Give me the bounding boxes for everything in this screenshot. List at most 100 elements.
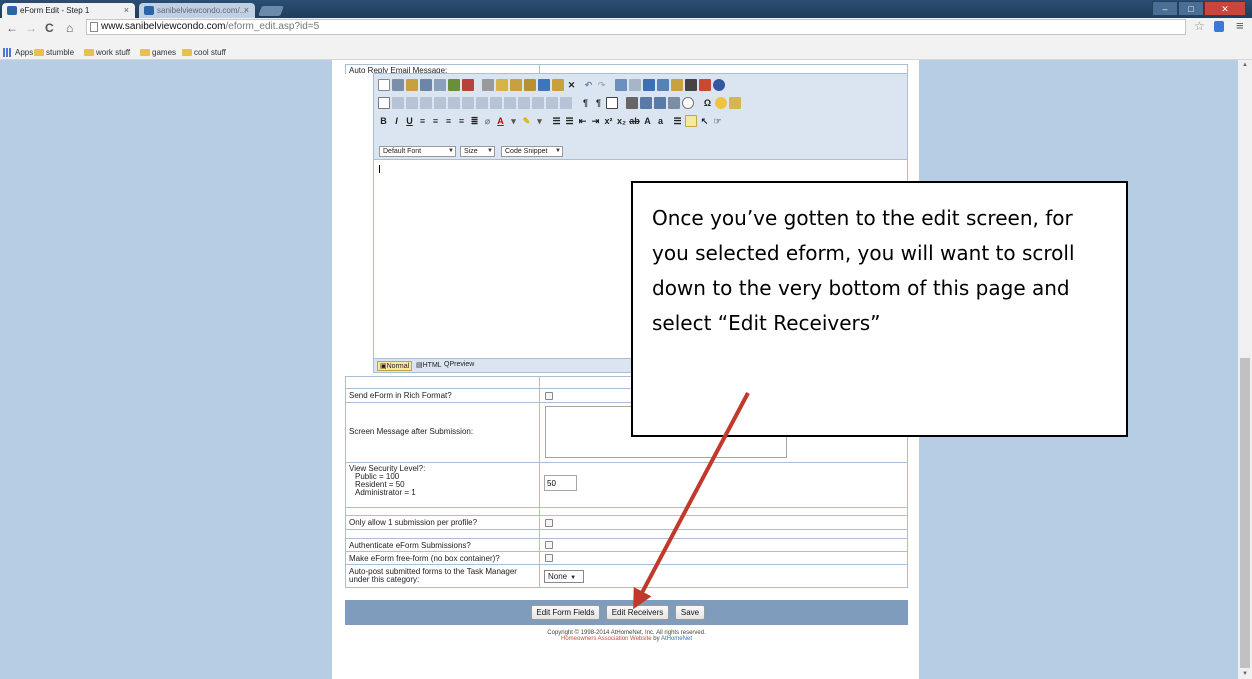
bookmark-games[interactable]: games [140,48,176,57]
horizontal-rule-icon[interactable] [546,97,558,109]
image-icon[interactable] [657,79,669,91]
paste-word-icon[interactable] [538,79,550,91]
ordered-list-icon[interactable]: ☰ [551,113,562,129]
font-select[interactable]: Default Font ▼ [379,146,456,157]
back-arrow-icon[interactable]: ← [6,21,18,35]
one-submission-checkbox[interactable] [545,519,553,527]
underline-icon[interactable]: U [404,113,415,129]
unlink-icon[interactable] [629,79,641,91]
save-button[interactable]: Save [675,605,705,620]
styles-icon[interactable] [685,115,697,127]
media-icon[interactable] [713,79,725,91]
mode-normal[interactable]: ▣Normal [377,361,413,371]
forward-arrow-icon[interactable]: → [25,21,37,35]
tab-sanibelviewcondo[interactable]: sanibelviewcondo.com/... × [139,3,255,18]
strikethrough-icon[interactable]: ab [629,113,640,129]
lowercase-icon[interactable]: a [655,113,666,129]
autopost-category-select[interactable]: None ▼ [544,570,584,583]
table-properties-icon[interactable] [490,97,502,109]
bold-icon[interactable]: B [378,113,389,129]
bookmark-star-icon[interactable]: ☆ [1194,19,1205,33]
insert-date-icon[interactable] [640,97,652,109]
uppercase-icon[interactable]: A [642,113,653,129]
authenticate-checkbox[interactable] [545,541,553,549]
align-left-icon[interactable]: ≡ [417,113,428,129]
scroll-down-icon[interactable]: ▼ [1242,671,1248,677]
special-char-icon[interactable]: Ω [702,95,713,111]
copy-icon[interactable] [496,79,508,91]
insert-code-icon[interactable] [654,97,666,109]
edit-form-fields-button[interactable]: Edit Form Fields [531,605,600,620]
hoa-website-link[interactable]: Homeowners Association Website [561,636,652,642]
insert-row-icon[interactable] [392,97,404,109]
form-icon[interactable] [504,97,516,109]
reload-icon[interactable]: C [45,21,54,35]
tab-eform-edit[interactable]: eForm Edit - Step 1 × [2,3,135,18]
unordered-list-icon[interactable]: ☰ [564,113,575,129]
eraser-icon[interactable]: ⌀ [482,113,493,129]
tab-close-icon[interactable]: × [244,5,249,15]
justify-full-icon[interactable]: ≣ [469,113,480,129]
delete-column-icon[interactable] [434,97,446,109]
subscript-icon[interactable]: x₂ [616,113,627,129]
minimize-icon[interactable]: – [1152,1,1178,16]
split-cells-icon[interactable] [462,97,474,109]
paste-text-icon[interactable] [524,79,536,91]
youtube-icon[interactable] [699,79,711,91]
select-icon[interactable]: ☞ [712,113,723,129]
highlight-icon[interactable]: ✎ [521,113,532,129]
print-preview-icon[interactable] [406,79,418,91]
replace-icon[interactable] [434,79,446,91]
size-select[interactable]: Size ▼ [460,146,495,157]
document-icon[interactable] [671,79,683,91]
paragraph-icon[interactable]: ☰ [672,113,683,129]
spellcheck-icon[interactable] [448,79,460,91]
outdent-icon[interactable]: ⇤ [577,113,588,129]
security-level-input[interactable] [544,475,577,491]
undo-icon[interactable]: ↶ [583,77,594,93]
clean-icon[interactable] [729,97,741,109]
merge-cells-icon[interactable] [448,97,460,109]
redo-icon[interactable]: ↷ [596,77,607,93]
justify-icon[interactable]: ≡ [456,113,467,129]
tab-close-icon[interactable]: × [124,5,129,15]
show-borders-icon[interactable] [606,97,618,109]
extension-icon[interactable] [1214,21,1224,32]
paste-html-icon[interactable] [552,79,564,91]
flash-icon[interactable] [685,79,697,91]
vertical-scrollbar[interactable]: ▲ ▼ [1238,60,1252,679]
ltr-icon[interactable]: ¶ [580,95,591,111]
link-icon[interactable] [615,79,627,91]
bookmark-apps[interactable]: Apps [3,48,33,57]
bookmark-stumble[interactable]: stumble [34,48,74,57]
new-document-icon[interactable] [378,79,390,91]
bookmark-cool-stuff[interactable]: cool stuff [182,48,226,57]
textbox-icon[interactable] [518,97,530,109]
address-bar[interactable]: www.sanibelviewcondo.com/eform_edit.asp?… [86,19,1186,35]
mode-html[interactable]: ▤HTML [414,361,444,369]
maximize-icon[interactable]: □ [1178,1,1204,16]
print-icon[interactable] [392,79,404,91]
anchor-icon[interactable] [643,79,655,91]
check-icon[interactable] [462,79,474,91]
mode-preview[interactable]: QPreview [442,361,476,368]
menu-icon[interactable]: ≡ [1236,18,1244,33]
freeform-checkbox[interactable] [545,554,553,562]
font-color-icon[interactable]: A [495,113,506,129]
zoom-icon[interactable] [668,97,680,109]
find-icon[interactable] [420,79,432,91]
align-right-icon[interactable]: ≡ [443,113,454,129]
spacer-icon[interactable] [560,97,572,109]
textarea-icon[interactable] [532,97,544,109]
delete-icon[interactable]: ✕ [566,77,577,93]
new-tab-button[interactable] [258,6,284,16]
help-icon[interactable] [682,97,694,109]
italic-icon[interactable]: I [391,113,402,129]
pointer-icon[interactable]: ↖ [699,113,710,129]
paste-icon[interactable] [510,79,522,91]
scroll-up-icon[interactable]: ▲ [1242,62,1248,68]
rtl-icon[interactable]: ¶ [593,95,604,111]
scrollbar-thumb[interactable] [1240,358,1250,668]
superscript-icon[interactable]: x² [603,113,614,129]
home-icon[interactable]: ⌂ [66,21,73,35]
